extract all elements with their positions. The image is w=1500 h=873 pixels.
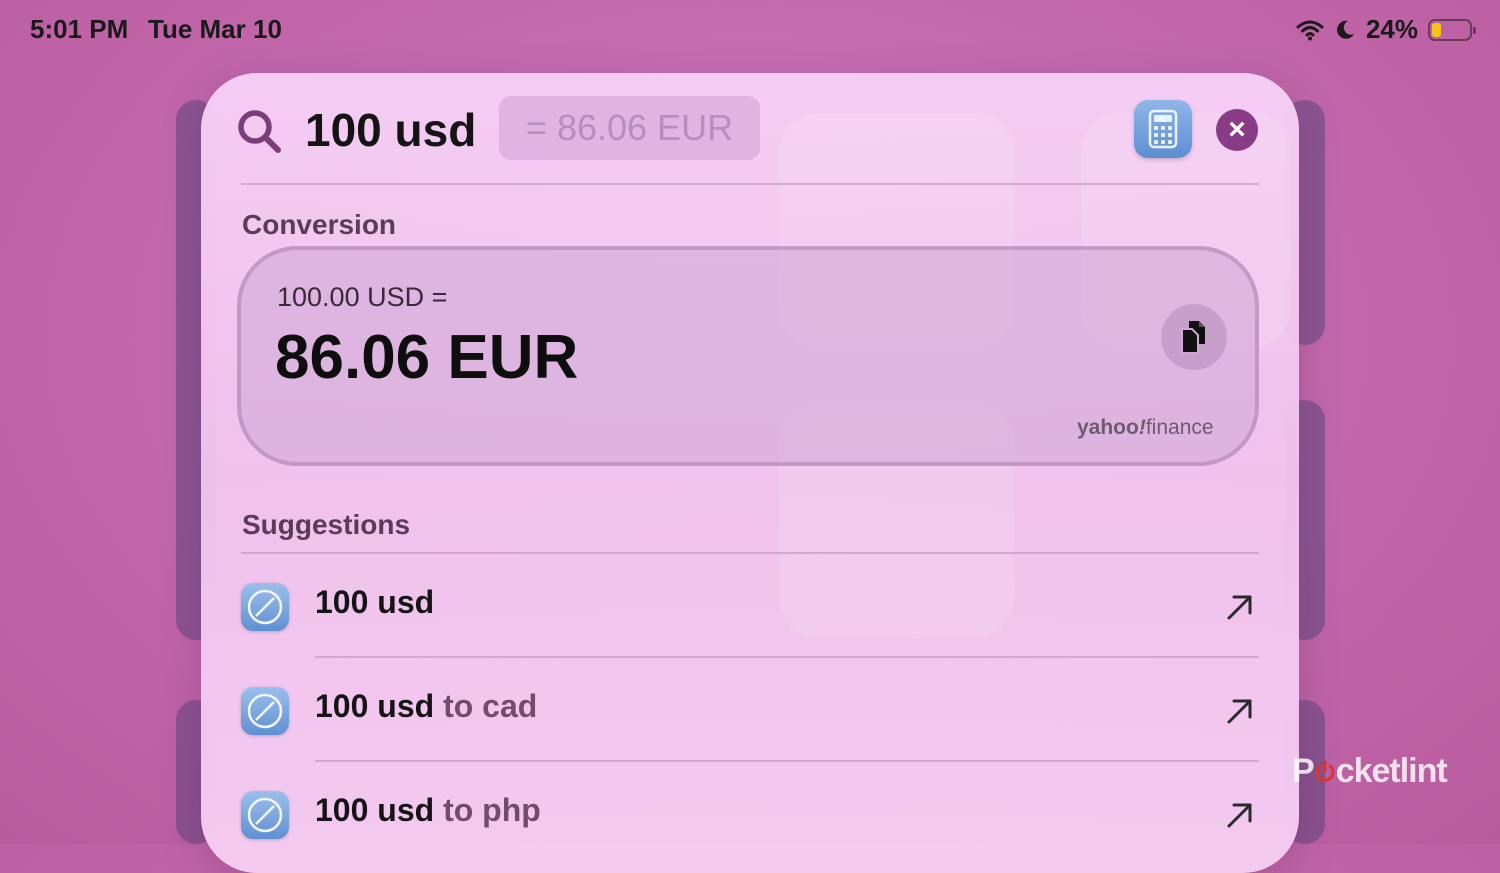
close-button[interactable]: × bbox=[1216, 109, 1258, 151]
status-time: 5:01 PM bbox=[30, 14, 129, 44]
arrow-up-right-icon bbox=[1227, 803, 1252, 828]
moon-icon bbox=[1337, 20, 1354, 39]
conversion-section-title: Conversion bbox=[242, 209, 397, 240]
copy-button[interactable] bbox=[1161, 304, 1227, 370]
copy-icon bbox=[1181, 321, 1205, 354]
safari-icon bbox=[241, 687, 289, 735]
suggestion-label: 100 usd bbox=[315, 584, 435, 620]
yahoo-finance-logo: yahoo!finance bbox=[1077, 416, 1214, 439]
wifi-icon bbox=[1296, 20, 1324, 40]
arrow-up-right-icon bbox=[1227, 699, 1252, 724]
calculator-button[interactable] bbox=[1134, 100, 1192, 158]
suggestion-row[interactable]: 100 usd to php bbox=[241, 762, 1259, 866]
search-icon bbox=[238, 110, 281, 153]
search-input[interactable]: 100 usd bbox=[305, 103, 476, 157]
status-bar: 5:01 PM Tue Mar 10 24% bbox=[0, 0, 1500, 60]
power-icon bbox=[1315, 760, 1335, 782]
close-icon: × bbox=[1228, 113, 1246, 146]
spotlight-panel: 100 usd = 86.06 EUR × Conversion 100.00 … bbox=[201, 73, 1299, 873]
suggestion-label: 100 usd to cad bbox=[315, 688, 538, 724]
suggestion-row[interactable]: 100 usd bbox=[241, 554, 1259, 658]
suggestion-row[interactable]: 100 usd to cad bbox=[241, 658, 1259, 762]
search-divider bbox=[241, 183, 1259, 185]
conversion-card[interactable]: 100.00 USD = 86.06 EUR yahoo!finance bbox=[237, 246, 1259, 466]
battery-icon bbox=[1428, 18, 1476, 41]
safari-icon bbox=[241, 583, 289, 631]
pocketlint-watermark: Pcketlint bbox=[1292, 752, 1448, 790]
suggestions-section-title: Suggestions bbox=[242, 509, 411, 540]
arrow-up-right-icon bbox=[1227, 595, 1252, 620]
suggestion-label: 100 usd to php bbox=[315, 792, 541, 828]
conversion-from: 100.00 USD = bbox=[277, 282, 448, 312]
safari-icon bbox=[241, 791, 289, 839]
battery-percent: 24% bbox=[1365, 14, 1418, 44]
calculator-icon bbox=[1148, 109, 1178, 149]
inline-conversion-result[interactable]: = 86.06 EUR bbox=[499, 96, 760, 160]
status-indicators: 24% bbox=[1296, 14, 1476, 45]
battery-level bbox=[1432, 22, 1441, 37]
conversion-result: 86.06 EUR bbox=[275, 323, 579, 392]
status-date: Tue Mar 10 bbox=[148, 14, 282, 44]
